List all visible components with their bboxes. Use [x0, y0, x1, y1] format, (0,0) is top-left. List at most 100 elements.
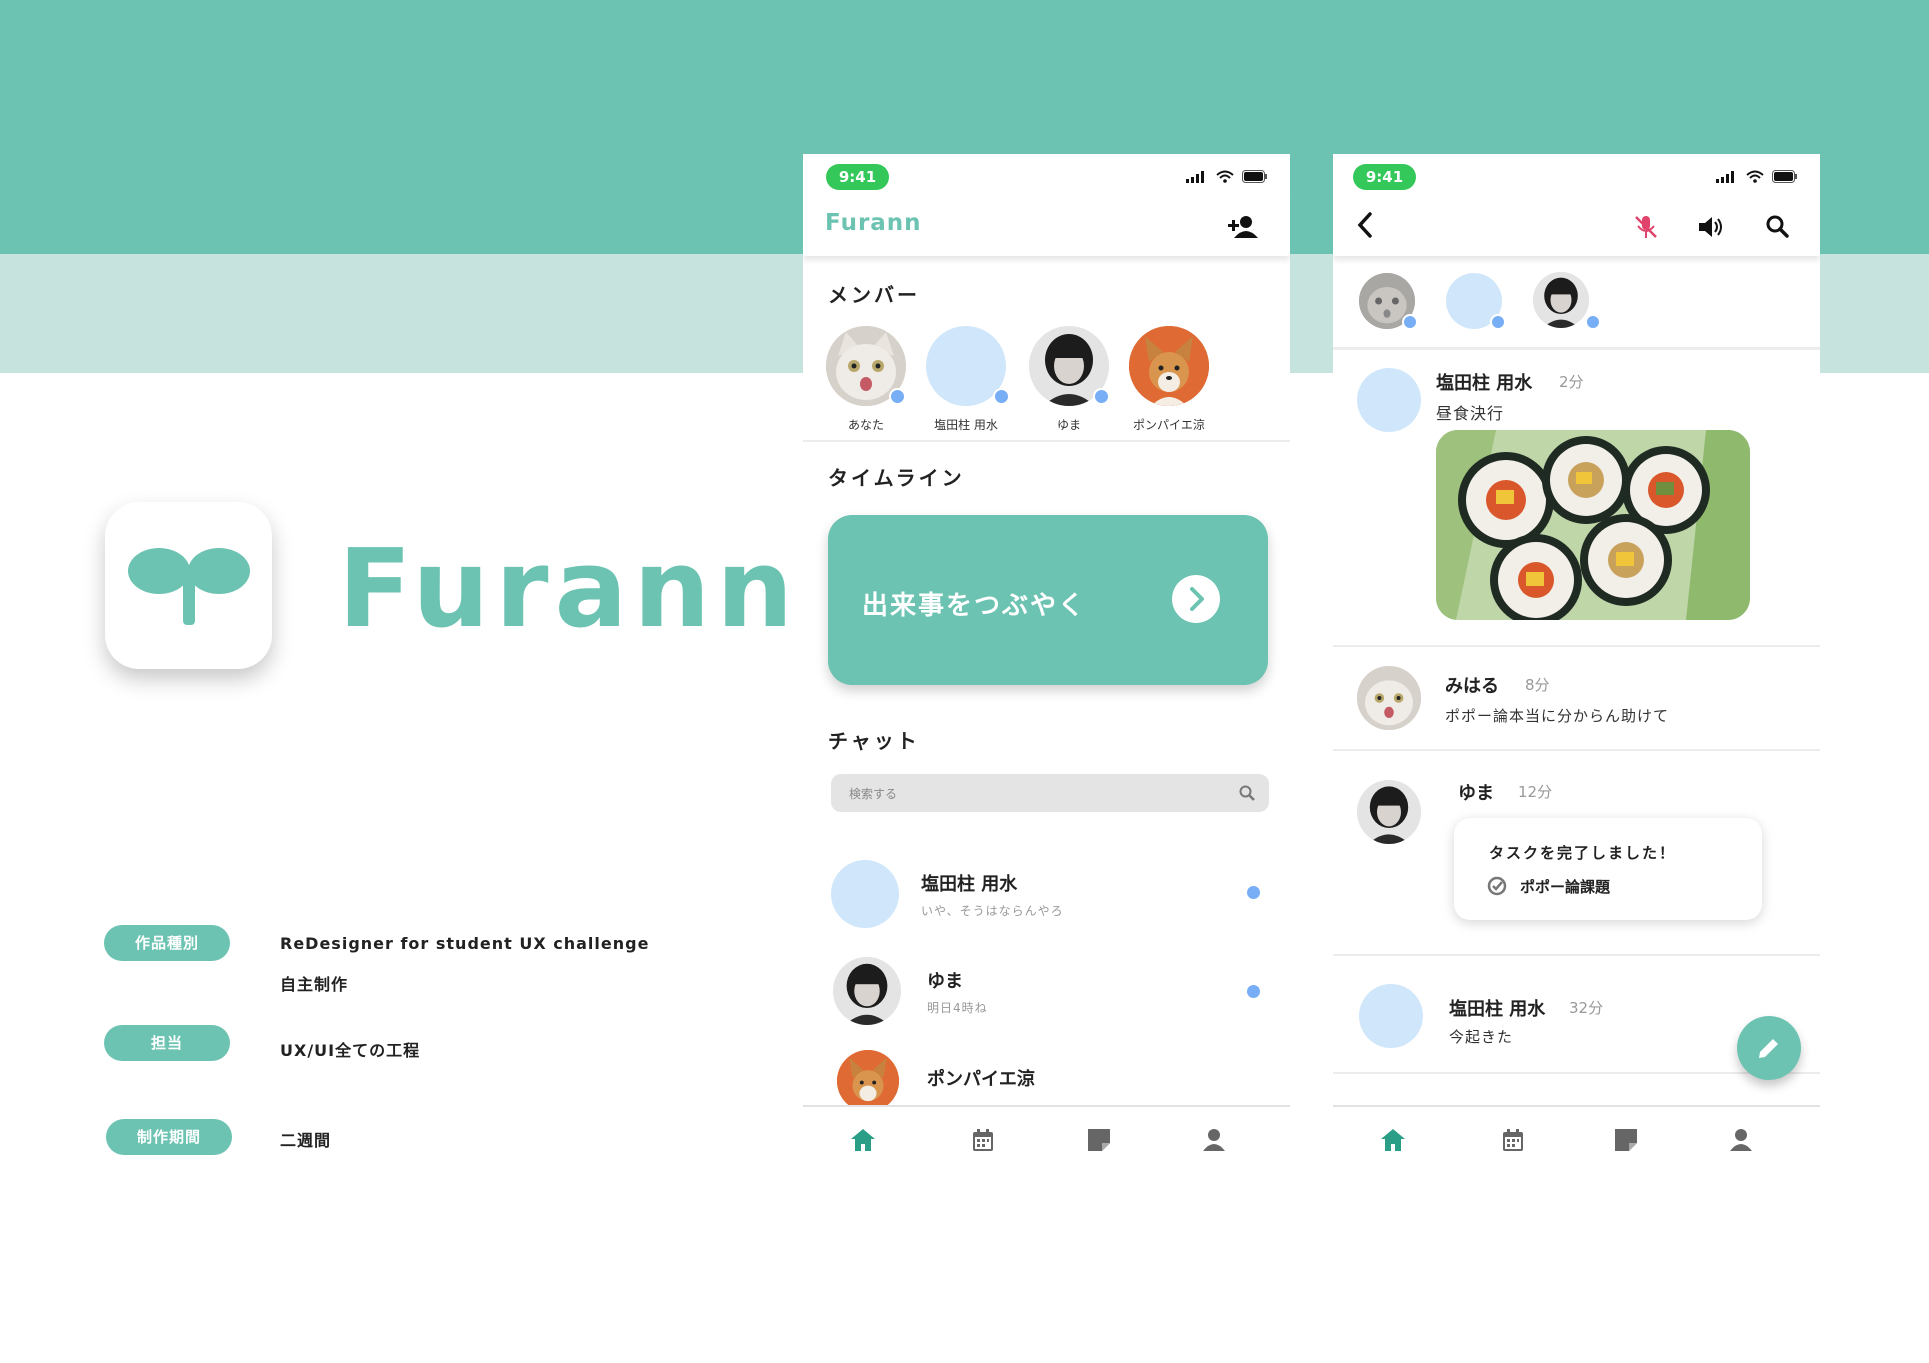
status-time: 9:41	[1353, 164, 1416, 190]
post-divider	[1333, 749, 1820, 751]
search-icon	[1239, 785, 1255, 801]
chat-avatar	[831, 860, 899, 928]
post-avatar	[1357, 780, 1421, 844]
status-icons	[1186, 170, 1268, 183]
top-app-bar: Furann	[803, 194, 1290, 256]
member-name: 塩田柱 用水	[934, 418, 998, 432]
chat-avatar	[833, 957, 901, 1025]
post-divider	[1333, 645, 1820, 647]
add-member-icon[interactable]	[1228, 216, 1260, 238]
post-time: 32分	[1569, 999, 1604, 1017]
info-category-value: ReDesigner for student UX challenge	[280, 934, 650, 953]
back-arrow-icon[interactable]	[1357, 212, 1373, 238]
battery-icon	[1242, 170, 1267, 183]
chat-preview: いや、そうはならんやろ	[921, 904, 1064, 918]
app-icon	[105, 502, 272, 669]
online-dot	[1093, 388, 1110, 405]
info-pill-period: 制作期間	[106, 1119, 232, 1155]
dog-avatar-icon	[1129, 326, 1209, 406]
person-avatar-icon	[1357, 780, 1421, 844]
top-app-bar	[1333, 194, 1820, 256]
post-time: 2分	[1559, 373, 1584, 391]
member-name: あなた	[847, 418, 884, 432]
calendar-icon[interactable]	[1502, 1129, 1524, 1151]
battery-icon	[1772, 170, 1797, 183]
task-item: ポポー論課題	[1520, 878, 1611, 896]
chat-name: 塩田柱 用水	[921, 874, 1018, 895]
post-divider	[1333, 1072, 1820, 1074]
post-author: みはる	[1445, 676, 1499, 697]
person-avatar-icon	[833, 957, 901, 1025]
member-name: ゆま	[1056, 418, 1081, 432]
status-time: 9:41	[826, 164, 889, 190]
info-role-value: UX/UI全ての工程	[280, 1041, 421, 1060]
section-divider	[1333, 347, 1820, 350]
mic-off-icon[interactable]	[1633, 214, 1659, 240]
app-logo: Furann	[825, 210, 922, 236]
post-author: 塩田柱 用水	[1449, 999, 1546, 1020]
online-dot	[889, 388, 906, 405]
unread-dot	[1247, 886, 1260, 899]
post-avatar	[1357, 368, 1421, 432]
compose-button[interactable]	[1737, 1016, 1801, 1080]
profile-icon[interactable]	[1203, 1129, 1225, 1151]
post-author: 塩田柱 用水	[1436, 373, 1533, 394]
sprout-logo-icon	[128, 548, 250, 625]
status-icons	[1716, 170, 1798, 183]
cat-avatar-icon	[1357, 666, 1421, 730]
info-category-value-2: 自主制作	[280, 975, 349, 994]
bottom-nav-timeline	[1333, 1107, 1820, 1167]
post-time: 12分	[1518, 783, 1553, 801]
info-pill-category: 作品種別	[104, 925, 230, 961]
bottom-nav-home	[803, 1107, 1290, 1167]
note-icon[interactable]	[1088, 1129, 1110, 1151]
section-divider	[803, 440, 1290, 442]
phone-timeline-screen: 9:41 塩田柱 用水 2分 昼食決行 みはる 8分 ポポー論本当に分からん助け…	[1333, 154, 1820, 1111]
online-dot	[1585, 314, 1601, 330]
chat-avatar	[837, 1050, 899, 1111]
post-event-go-button[interactable]	[1172, 575, 1220, 623]
phone-home-screen: 9:41 Furann メンバー あなた 塩田柱 用水 ゆま ポンパイエ涼 タイ…	[803, 154, 1290, 1111]
post-event-card[interactable]: 出来事をつぶやく	[828, 515, 1268, 685]
pencil-icon	[1759, 1039, 1778, 1058]
online-dot	[993, 388, 1010, 405]
member-avatar-4[interactable]	[1129, 326, 1209, 406]
post-photo[interactable]	[1436, 430, 1750, 620]
post-divider	[1333, 954, 1820, 956]
chat-name: ポンパイエ涼	[927, 1069, 1035, 1090]
wifi-icon	[1746, 170, 1764, 183]
chat-search-input[interactable]: 検索する	[831, 774, 1269, 812]
member-avatar-3[interactable]	[1533, 272, 1589, 328]
chat-title: チャット	[828, 729, 920, 753]
post-time: 8分	[1525, 676, 1550, 694]
post-text: 今起きた	[1449, 1028, 1514, 1046]
chat-preview: 明日4時ね	[927, 1001, 988, 1015]
post-avatar	[1359, 984, 1423, 1048]
home-icon[interactable]	[851, 1129, 875, 1151]
chat-name: ゆま	[927, 971, 963, 992]
check-circle-icon	[1487, 876, 1507, 896]
info-period-value: 二週間	[280, 1131, 332, 1150]
online-dot	[1490, 314, 1506, 330]
calendar-icon[interactable]	[972, 1129, 994, 1151]
speaker-icon[interactable]	[1699, 216, 1725, 238]
task-complete-card[interactable]: タスクを完了しました！ ポポー論課題	[1454, 818, 1762, 920]
search-icon[interactable]	[1765, 214, 1789, 238]
unread-dot	[1247, 985, 1260, 998]
post-event-label: 出来事をつぶやく	[862, 591, 1087, 621]
task-title: タスクを完了しました！	[1489, 844, 1677, 862]
post-text: 昼食決行	[1436, 404, 1505, 423]
wifi-icon	[1216, 170, 1234, 183]
home-icon[interactable]	[1381, 1129, 1405, 1151]
profile-icon[interactable]	[1730, 1129, 1752, 1151]
members-title: メンバー	[828, 283, 920, 307]
person-avatar-icon	[1533, 272, 1589, 328]
signal-icon	[1186, 170, 1204, 183]
post-text: ポポー論本当に分からん助けて	[1445, 707, 1670, 725]
brand-wordmark: Furann	[338, 527, 800, 652]
post-avatar	[1357, 666, 1421, 730]
post-author: ゆま	[1458, 783, 1494, 804]
signal-icon	[1716, 170, 1734, 183]
note-icon[interactable]	[1615, 1129, 1637, 1151]
member-name: ポンパイエ涼	[1133, 418, 1205, 432]
